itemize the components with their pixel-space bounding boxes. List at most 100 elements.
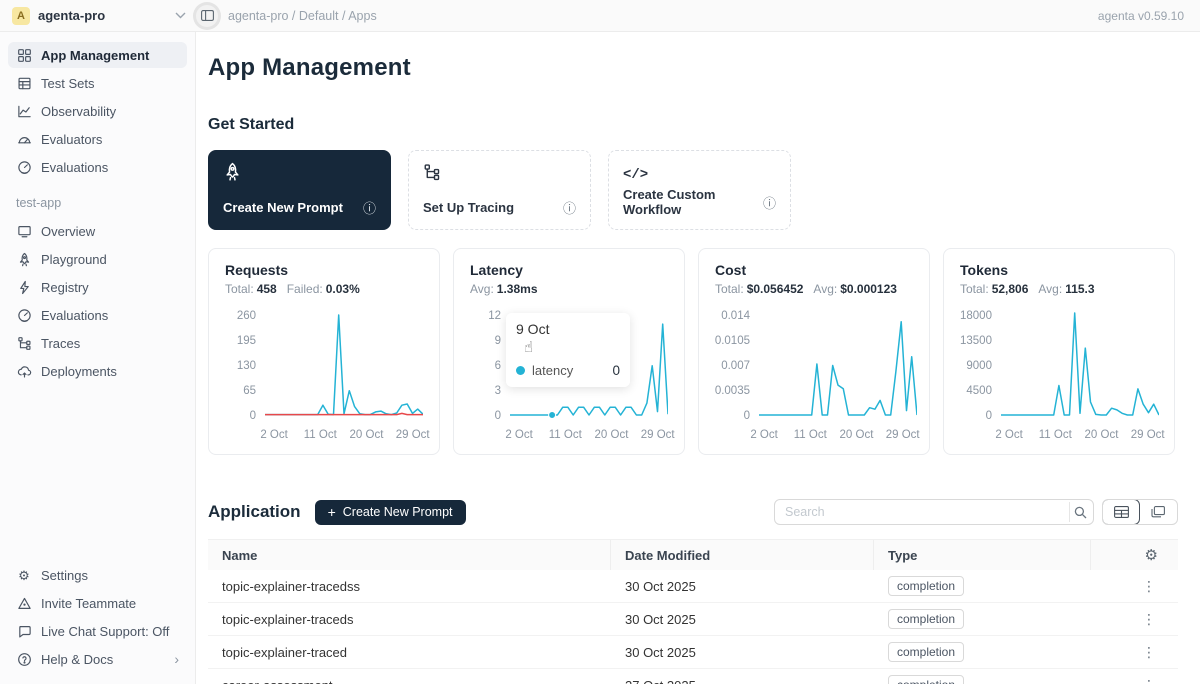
x-tick: 29 Oct [886,429,920,441]
get-started-title: Get Started [208,116,1178,134]
stat: Failed:0.03% [287,282,360,296]
search-icon[interactable] [1069,502,1091,522]
chart-title: Tokens [960,262,1158,278]
table-settings-gear-icon[interactable]: ⚙ [1145,546,1158,564]
evaluators-icon [16,131,32,147]
type-badge: completion [888,576,964,596]
chart-card-tokens: Tokens Total:52,806 Avg:115.3 18000 13500 9… [943,248,1175,455]
info-icon[interactable]: ⓘ [563,198,576,217]
sidebar-item-settings[interactable]: ⚙Settings [8,562,187,588]
evaluations-icon [16,307,32,323]
stat: Total:458 [225,282,277,296]
chart-plot[interactable] [265,310,423,423]
app-name: career-assessment [208,678,611,684]
workspace-name: agenta-pro [38,8,167,23]
tooltip-value: 0 [612,363,620,378]
stat: Total:52,806 [960,282,1028,296]
chart-title: Cost [715,262,913,278]
table-row[interactable]: topic-explainer-traced 30 Oct 2025 compl… [208,636,1178,669]
column-header-date-modified[interactable]: Date Modified [611,540,874,570]
chart-plot[interactable] [1001,310,1159,423]
x-tick: 20 Oct [1085,429,1119,441]
settings-icon: ⚙ [16,567,32,583]
y-tick: 0.007 [721,360,750,372]
y-tick: 4500 [966,385,992,397]
sidebar-item-playground[interactable]: Playground [8,246,187,272]
x-tick: 20 Oct [350,429,384,441]
row-menu-button[interactable]: ⋮ [1142,678,1156,684]
sidebar-main-nav: App Management Test Sets Observability E… [8,40,187,182]
create-new-prompt-button[interactable]: + Create New Prompt [315,500,466,525]
sidebar-item-live-chat-support-off[interactable]: Live Chat Support: Off [8,618,187,644]
main-content: App Management Get Started Create New Pr… [196,32,1200,684]
y-tick: 9000 [966,360,992,372]
sidebar-item-app-management[interactable]: App Management [8,42,187,68]
chart-stats: Total:458 Failed:0.03% [225,282,423,296]
table-row[interactable]: career-assessment 27 Oct 2025 completion… [208,669,1178,684]
overview-icon [16,223,32,239]
sidebar-item-label: Evaluators [41,132,102,147]
sidebar: App Management Test Sets Observability E… [0,32,196,684]
sidebar-item-test-sets[interactable]: Test Sets [8,70,187,96]
topbar: A agenta-pro agenta-pro / Default / Apps… [0,0,1200,32]
sidebar-collapse-button[interactable] [196,5,218,27]
create-new-prompt-label: Create New Prompt [343,505,453,519]
get-started-card-set-up-tracing[interactable]: Set Up Tracing ⓘ [408,150,591,230]
sidebar-item-help-docs[interactable]: Help & Docs› [8,646,187,672]
x-tick: 20 Oct [595,429,629,441]
table-row[interactable]: topic-explainer-traceds 30 Oct 2025 comp… [208,603,1178,636]
info-icon[interactable]: ⓘ [763,193,776,212]
workspace-selector[interactable]: A agenta-pro [0,7,196,25]
sidebar-item-traces[interactable]: Traces [8,330,187,356]
workspace-avatar: A [12,7,30,25]
breadcrumb[interactable]: agenta-pro / Default / Apps [228,9,377,23]
chart-card-latency: Latency Avg:1.38ms 129630 2 Oct11 Oct20 … [453,248,685,455]
chart-tooltip: 9 Oct ☝ latency 0 [506,313,630,387]
row-menu-button[interactable]: ⋮ [1142,645,1156,659]
sidebar-item-label: Deployments [41,364,117,379]
x-tick: 11 Oct [1039,429,1072,441]
stat: Total:$0.056452 [715,282,803,296]
column-header-name[interactable]: Name [208,540,611,570]
row-menu-button[interactable]: ⋮ [1142,612,1156,626]
sidebar-item-evaluations[interactable]: Evaluations [8,154,187,180]
x-tick: 11 Oct [304,429,337,441]
sidebar-item-label: Evaluations [41,160,108,175]
get-started-card-create-custom-workflow[interactable]: </> Create Custom Workflow ⓘ [608,150,791,230]
applications-table: Name Date Modified Type ⚙ topic-explaine… [208,539,1178,684]
registry-icon [16,279,32,295]
y-tick: 13500 [960,335,992,347]
code-icon: </> [623,165,648,183]
sidebar-item-deployments[interactable]: Deployments [8,358,187,384]
tooltip-series-label: latency [532,363,573,378]
cursor-pointer-icon: ☝ [524,338,620,356]
card-view-button[interactable] [1139,500,1177,524]
row-menu-button[interactable]: ⋮ [1142,579,1156,593]
chart-plot[interactable] [759,310,917,423]
column-header-type[interactable]: Type [874,540,1091,570]
stat: Avg:115.3 [1038,282,1094,296]
table-row[interactable]: topic-explainer-tracedss 30 Oct 2025 com… [208,570,1178,603]
search-input[interactable] [774,499,1094,525]
card-label: Create Custom Workflow [623,187,763,217]
get-started-card-create-new-prompt[interactable]: Create New Prompt ⓘ [208,150,391,230]
sidebar-item-registry[interactable]: Registry [8,274,187,300]
chart-title: Latency [470,262,668,278]
x-axis: 2 Oct11 Oct20 Oct29 Oct [1004,429,1158,444]
application-title: Application [208,502,301,522]
info-icon[interactable]: ⓘ [363,198,376,217]
table-header: Name Date Modified Type ⚙ [208,540,1178,570]
sidebar-item-label: Overview [41,224,95,239]
sidebar-item-invite-teammate[interactable]: Invite Teammate [8,590,187,616]
y-tick: 18000 [960,310,992,322]
table-view-button[interactable] [1102,499,1140,525]
sidebar-item-evaluators[interactable]: Evaluators [8,126,187,152]
sidebar-item-label: App Management [41,48,149,63]
sidebar-item-overview[interactable]: Overview [8,218,187,244]
date-modified: 27 Oct 2025 [611,678,874,684]
chart-card-cost: Cost Total:$0.056452Avg:$0.000123 0.0140… [698,248,930,455]
x-tick: 2 Oct [995,429,1022,441]
y-axis: 0.0140.01050.0070.00350 [715,310,759,422]
sidebar-item-observability[interactable]: Observability [8,98,187,124]
sidebar-item-evaluations[interactable]: Evaluations [8,302,187,328]
